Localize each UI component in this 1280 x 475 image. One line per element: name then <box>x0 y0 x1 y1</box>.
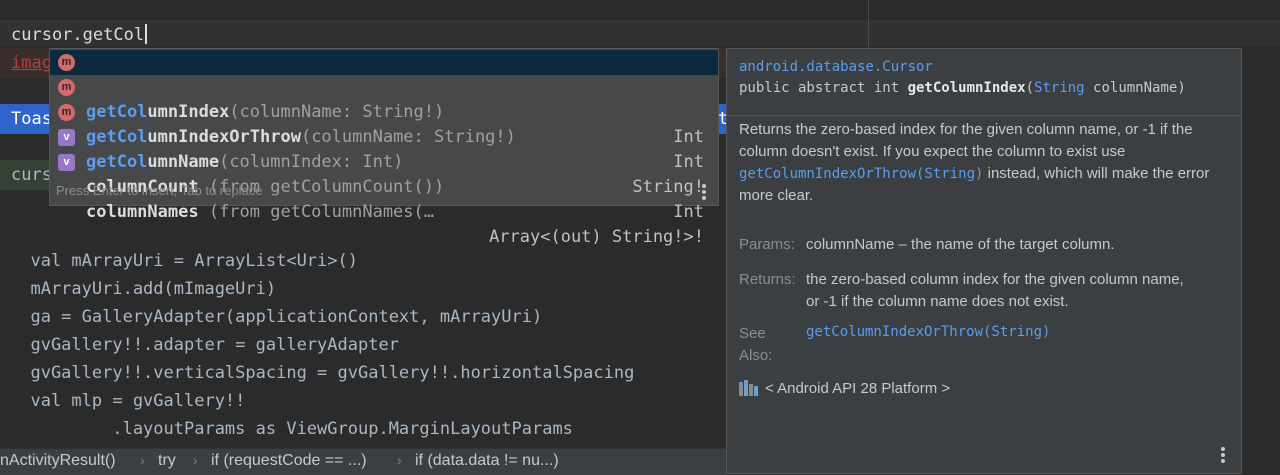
method-icon: m <box>58 104 75 121</box>
desc-link[interactable]: getColumnIndexOrThrow(String) <box>739 166 983 182</box>
doc-header: android.database.Cursor public abstract … <box>727 49 1241 116</box>
chevron-right-icon: › <box>397 452 402 468</box>
sig-param-rest: columnName) <box>1084 80 1186 96</box>
more-options-icon[interactable] <box>1221 447 1225 465</box>
current-line-highlight <box>0 20 1280 46</box>
breadcrumb-item[interactable]: if (data.data != nu...) <box>415 452 559 470</box>
chevron-right-icon: › <box>193 452 198 468</box>
returns-label-text: Returns: <box>739 271 796 288</box>
more-options-icon[interactable] <box>702 184 706 202</box>
code-line-cursor[interactable]: curs <box>11 161 52 189</box>
see-also-value: getColumnIndexOrThrow(String) <box>806 321 1050 343</box>
api-platform-text: < Android API 28 Platform > <box>765 380 951 397</box>
code-line-toast[interactable]: Toas <box>11 105 52 133</box>
breadcrumb-item[interactable]: if (requestCode == ...) <box>211 452 367 470</box>
completion-item[interactable]: m getColumnIndexOrThrow(columnName: Stri… <box>50 75 718 172</box>
sig-method-name: getColumnIndex <box>907 80 1026 96</box>
completion-name: columnNames <box>86 202 199 222</box>
chevron-right-icon: › <box>140 452 145 468</box>
code-completion-popup: m getColumnIndex(columnName: String!) In… <box>49 48 719 247</box>
completion-type: Array<(out) String!>! <box>489 227 704 247</box>
see-also-label: See Also: <box>739 325 773 364</box>
doc-package[interactable]: android.database.Cursor <box>739 59 933 75</box>
params-value: columnName – the name of the target colu… <box>806 236 1115 253</box>
property-icon: v <box>58 129 75 146</box>
desc-text: Returns the zero-based index for the giv… <box>739 121 1193 160</box>
current-code-line[interactable]: cursor.getCol <box>11 21 148 49</box>
completion-item[interactable]: m getColumnIndex(columnName: String!) In… <box>50 50 718 147</box>
editor-top-strip <box>0 0 1280 20</box>
completion-params: (from getColumnNames(… <box>198 202 434 222</box>
current-line-text: cursor.getCol <box>11 25 145 45</box>
sig-prefix: public abstract int <box>739 80 908 96</box>
code-line[interactable]: .layoutParams as ViewGroup.MarginLayoutP… <box>10 415 573 443</box>
property-icon: v <box>58 154 75 171</box>
completion-type: Int <box>673 202 704 222</box>
completion-item[interactable]: m getColumnName(columnIndex: Int) String… <box>50 100 718 197</box>
code-line[interactable]: ga = GalleryAdapter(applicationContext, … <box>10 303 542 331</box>
code-line-image[interactable]: imag <box>11 49 52 77</box>
quick-documentation-popup: android.database.Cursor public abstract … <box>726 48 1242 474</box>
sig-paren: ( <box>1025 80 1035 96</box>
params-label: Params: <box>739 234 795 256</box>
code-line[interactable]: gvGallery!!.adapter = galleryAdapter <box>10 331 398 359</box>
code-line[interactable]: gvGallery!!.verticalSpacing = gvGallery!… <box>10 359 634 387</box>
breadcrumb: nActivityResult() › try › if (requestCod… <box>0 448 726 475</box>
code-line[interactable]: mArrayUri.add(mImageUri) <box>10 275 276 303</box>
text-caret <box>145 24 148 44</box>
code-line[interactable]: val mlp = gvGallery!! <box>10 387 245 415</box>
method-icon: m <box>58 54 75 71</box>
api-platform[interactable]: < Android API 28 Platform > <box>739 378 950 400</box>
completion-item[interactable]: v columnCount (from getColumnCount()) In… <box>50 125 718 222</box>
see-also-link[interactable]: getColumnIndexOrThrow(String) <box>806 324 1050 340</box>
library-icon <box>739 380 759 396</box>
params-label-text: Params: <box>739 236 795 253</box>
sig-param-type-link[interactable]: String <box>1034 80 1085 96</box>
completion-hint: Press Enter to insert, Tab to replace <box>56 183 263 198</box>
returns-value: the zero-based column index for the give… <box>806 271 1184 310</box>
doc-signature: public abstract int getColumnIndex(Strin… <box>739 80 1186 96</box>
completion-item[interactable]: v columnNames (from getColumnNames(… Arr… <box>50 150 718 247</box>
method-icon: m <box>58 79 75 96</box>
completion-type: String! <box>632 177 704 197</box>
breadcrumb-item[interactable]: nActivityResult() <box>0 452 116 470</box>
returns-label: Returns: <box>739 269 796 291</box>
breadcrumb-item[interactable]: try <box>158 452 176 470</box>
doc-description: Returns the zero-based index for the giv… <box>739 119 1219 207</box>
editor-right-strip <box>1242 48 1280 474</box>
